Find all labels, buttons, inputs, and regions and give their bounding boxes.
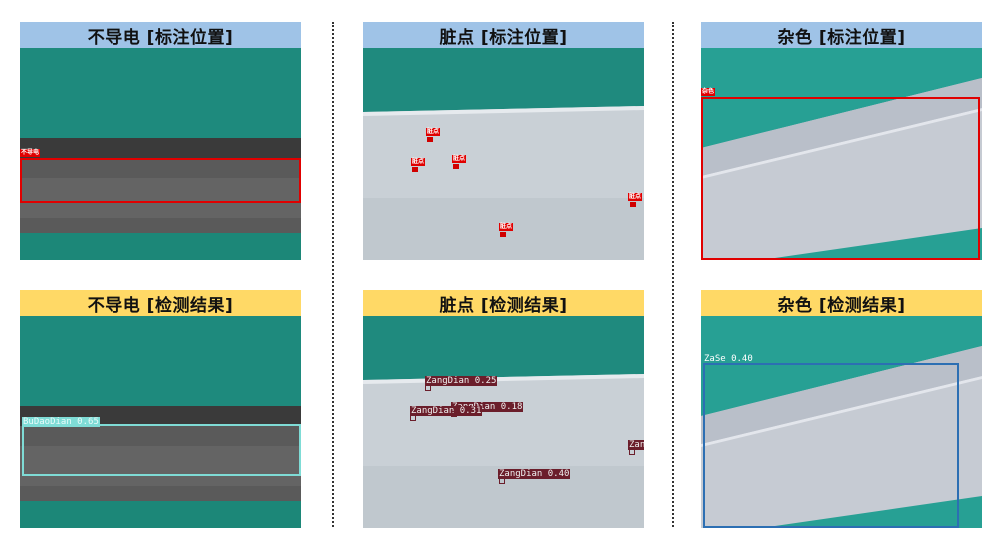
panel-zase-detection: 杂色 [检测结果] ZaSe 0.40 <box>701 290 982 528</box>
detection-box <box>22 424 301 476</box>
dirt-spot <box>630 202 636 207</box>
annotation-label: 脏点 <box>628 193 643 201</box>
sample-image: ZangDian 0.25 ZangDian 0.18 ZangDian 0.3… <box>363 316 644 528</box>
detection-label: ZangDian 0.40 <box>498 469 571 479</box>
panel-title: 杂色 [标注位置] <box>701 22 982 48</box>
detection-box <box>425 385 431 391</box>
dirt-spot <box>500 232 506 237</box>
panel-zase-annotation: 杂色 [标注位置] 杂色 <box>701 22 982 260</box>
detection-box <box>451 411 457 417</box>
annotation-box <box>20 158 301 203</box>
annotation-label: 脏点 <box>426 128 441 136</box>
sample-image: 不导电 <box>20 48 301 260</box>
sample-image: 杂色 <box>701 48 982 260</box>
detection-box <box>499 478 505 484</box>
annotation-label: 杂色 <box>701 88 716 96</box>
sample-image: BuDaoDian 0.65 <box>20 316 301 528</box>
dirt-spot <box>412 167 418 172</box>
panel-title: 脏点 [检测结果] <box>363 290 644 316</box>
detection-label: ZaSe 0.40 <box>704 354 753 364</box>
column-divider <box>332 22 334 527</box>
panel-zangdian-detection: 脏点 [检测结果] ZangDian 0.25 ZangDian 0.18 Za… <box>363 290 644 528</box>
white-panel-image <box>363 316 644 528</box>
detection-box <box>410 415 416 421</box>
panel-title: 不导电 [检测结果] <box>20 290 301 316</box>
annotation-label: 不导电 <box>20 149 41 157</box>
panel-zangdian-annotation: 脏点 [标注位置] 脏点 脏点 脏点 脏点 脏点 <box>363 22 644 260</box>
detection-label: ZangDian 0.25 <box>425 376 498 386</box>
dirt-spot <box>453 164 459 169</box>
panel-title: 杂色 [检测结果] <box>701 290 982 316</box>
annotation-label: 脏点 <box>452 155 467 163</box>
dirt-spot <box>427 137 433 142</box>
panel-budaodian-detection: 不导电 [检测结果] BuDaoDian 0.65 <box>20 290 301 528</box>
conductive-strip-image <box>20 48 301 260</box>
annotation-label: 脏点 <box>499 223 514 231</box>
detection-box <box>703 363 959 528</box>
sample-image: ZaSe 0.40 <box>701 316 982 528</box>
detection-label: BuDaoDian 0.65 <box>22 417 100 427</box>
annotation-label: 脏点 <box>411 158 426 166</box>
column-divider <box>672 22 674 527</box>
panel-title: 脏点 [标注位置] <box>363 22 644 48</box>
detection-box <box>629 449 635 455</box>
panel-budaodian-annotation: 不导电 [标注位置] 不导电 <box>20 22 301 260</box>
sample-image: 脏点 脏点 脏点 脏点 脏点 <box>363 48 644 260</box>
annotation-box <box>701 97 980 260</box>
panel-title: 不导电 [标注位置] <box>20 22 301 48</box>
detection-label: ZangDian 0.31 <box>410 406 483 416</box>
